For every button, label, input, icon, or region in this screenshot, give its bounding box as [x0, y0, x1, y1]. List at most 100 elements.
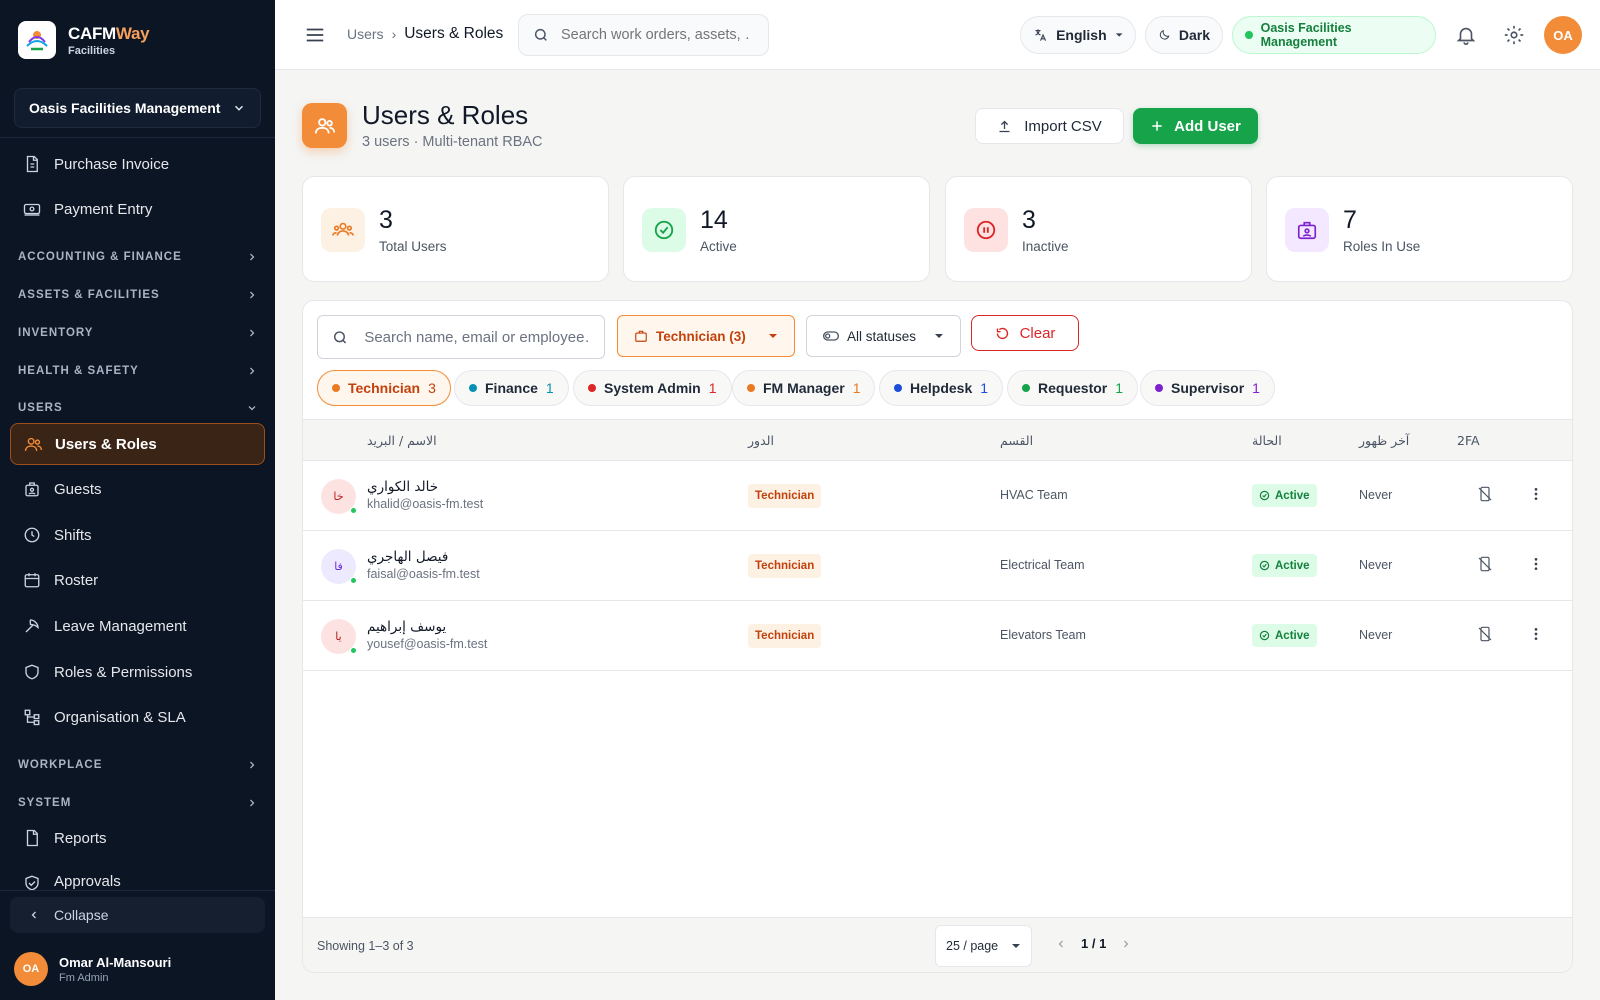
add-user-button[interactable]: Add User: [1133, 108, 1258, 144]
global-search-input[interactable]: [561, 27, 751, 43]
chip-count: 1: [708, 380, 717, 396]
table-row[interactable]: خا خالد الكواري khalid@oasis-fm.test Tec…: [303, 461, 1572, 531]
sidebar-item-roles-permissions[interactable]: Roles & Permissions: [10, 652, 265, 692]
user-name[interactable]: فيصل الهاجري: [367, 549, 448, 565]
user-name[interactable]: يوسف إبراهيم: [367, 619, 446, 635]
chip-count: 3: [428, 380, 436, 396]
table-row[interactable]: فا فيصل الهاجري faisal@oasis-fm.test Tec…: [303, 531, 1572, 601]
avatar[interactable]: OA: [1544, 16, 1582, 54]
next-page-icon[interactable]: [1120, 938, 1132, 950]
column-header-2fa[interactable]: 2FA: [1457, 433, 1480, 448]
chevron-right-icon: [250, 291, 255, 299]
last-seen: Never: [1359, 628, 1393, 642]
org-badge[interactable]: Oasis Facilities Management: [1232, 16, 1436, 54]
bell-icon[interactable]: [1455, 24, 1477, 46]
sidebar-item-payment-entry[interactable]: Payment Entry: [10, 189, 265, 229]
brand[interactable]: CAFMWay Facilities: [18, 21, 150, 59]
status-filter-label: All statuses: [847, 328, 917, 344]
role-chip-supervisor[interactable]: Supervisor 1: [1140, 370, 1275, 406]
column-header-role[interactable]: الدور: [748, 433, 774, 448]
sidebar-item-roster[interactable]: Roster: [10, 560, 265, 600]
page-subtitle: 3 users · Multi-tenant RBAC: [362, 134, 543, 150]
online-indicator: [350, 507, 357, 514]
role-filter-select[interactable]: Technician (3): [617, 315, 795, 357]
chip-dot: [588, 384, 596, 392]
calendar-icon: [22, 570, 42, 590]
prev-page-icon[interactable]: [1055, 938, 1067, 950]
showing-count: Showing 1–3 of 3: [317, 939, 414, 953]
department: Elevators Team: [1000, 628, 1086, 642]
org-badge-label: Oasis Facilities Management: [1260, 21, 1352, 49]
current-user[interactable]: OA Omar Al-Mansouri Fm Admin: [14, 952, 171, 986]
theme-toggle[interactable]: Dark: [1145, 16, 1223, 54]
sidebar-item-leave-management[interactable]: Leave Management: [10, 606, 265, 646]
role-chip-technician[interactable]: Technician 3: [317, 370, 451, 406]
chip-count: 1: [852, 380, 861, 396]
role-chip-helpdesk[interactable]: Helpdesk 1: [879, 370, 1004, 406]
status-filter-select[interactable]: All statuses: [806, 315, 961, 357]
menu-icon[interactable]: [304, 24, 326, 46]
page-title: Users & Roles: [362, 100, 529, 130]
table-row[interactable]: يا يوسف إبراهيم yousef@oasis-fm.test Tec…: [303, 601, 1572, 671]
role-chip-finance[interactable]: Finance 1: [454, 370, 569, 406]
global-search[interactable]: [518, 14, 769, 56]
check-circle-icon: [1259, 490, 1270, 501]
column-header-name[interactable]: الاسم / البريد: [367, 433, 437, 448]
sidebar-section-workplace[interactable]: WORKPLACE: [18, 755, 258, 775]
collapse-button[interactable]: Collapse: [10, 897, 265, 933]
chip-label: Helpdesk: [910, 380, 973, 396]
breadcrumb-item[interactable]: Users: [347, 26, 384, 42]
org-select[interactable]: Oasis Facilities Management: [14, 88, 261, 128]
chip-dot: [1022, 384, 1030, 392]
role-chip-requestor[interactable]: Requestor 1: [1007, 370, 1139, 406]
column-header-status[interactable]: الحالة: [1252, 433, 1282, 448]
sidebar-item-purchase-invoice[interactable]: Purchase Invoice: [10, 144, 265, 184]
sidebar-item-users-roles[interactable]: Users & Roles: [10, 423, 265, 465]
org-select-label: Oasis Facilities Management: [29, 100, 221, 116]
user-search-field[interactable]: Search name, email or employee…: [317, 315, 605, 359]
sidebar-section-inventory[interactable]: INVENTORY: [18, 323, 258, 343]
add-user-label: Add User: [1174, 117, 1241, 135]
column-header-dept[interactable]: القسم: [1000, 433, 1033, 448]
sidebar-section-system[interactable]: SYSTEM: [18, 793, 258, 813]
moon-icon: [1159, 29, 1170, 40]
sidebar-section-accounting[interactable]: ACCOUNTING & FINANCE: [18, 247, 258, 267]
sidebar-item-shifts[interactable]: Shifts: [10, 515, 265, 555]
chip-dot: [1155, 384, 1163, 392]
sidebar-item-reports[interactable]: Reports: [10, 818, 265, 858]
phone-off-icon: [1477, 626, 1493, 642]
sidebar-section-assets[interactable]: ASSETS & FACILITIES: [18, 285, 258, 305]
shield-icon: [22, 662, 42, 682]
sidebar-item-approvals[interactable]: Approvals: [10, 864, 265, 890]
import-csv-button[interactable]: Import CSV: [975, 108, 1124, 144]
role-chip-fm-manager[interactable]: FM Manager 1: [732, 370, 876, 406]
role-badge: Technician: [748, 624, 822, 648]
table-footer: Showing 1–3 of 3 25 / page 1 / 1: [303, 917, 1572, 972]
stat-label: Inactive: [1022, 239, 1069, 254]
chevron-right-icon: [250, 761, 255, 769]
sidebar-section-health-safety[interactable]: HEALTH & SAFETY: [18, 361, 258, 381]
users-icon: [23, 434, 43, 454]
user-name[interactable]: خالد الكواري: [367, 479, 438, 495]
more-actions-icon[interactable]: [1528, 626, 1544, 642]
clear-filters-button[interactable]: Clear: [971, 315, 1079, 351]
page-size-select[interactable]: 25 / page: [935, 925, 1032, 967]
sidebar-section-users[interactable]: USERS: [18, 398, 258, 418]
role-chip-system-admin[interactable]: System Admin 1: [573, 370, 732, 406]
more-actions-icon[interactable]: [1528, 486, 1544, 502]
chevron-right-icon: [250, 329, 255, 337]
stat-card-inactive: 3 Inactive: [945, 176, 1252, 282]
chevron-right-icon: [250, 253, 255, 261]
last-seen: Never: [1359, 488, 1393, 502]
badge-icon: [1285, 208, 1329, 252]
stat-label: Total Users: [379, 239, 447, 254]
language-select[interactable]: English: [1020, 16, 1136, 54]
sidebar-item-label: Purchase Invoice: [54, 155, 170, 173]
upload-icon: [999, 120, 1010, 132]
chip-label: Finance: [485, 380, 538, 396]
column-header-last-seen[interactable]: آخر ظهور: [1359, 433, 1409, 448]
gear-icon[interactable]: [1503, 24, 1525, 46]
sidebar-item-organisation-sla[interactable]: Organisation & SLA: [10, 697, 265, 737]
more-actions-icon[interactable]: [1528, 556, 1544, 572]
sidebar-item-guests[interactable]: Guests: [10, 469, 265, 509]
